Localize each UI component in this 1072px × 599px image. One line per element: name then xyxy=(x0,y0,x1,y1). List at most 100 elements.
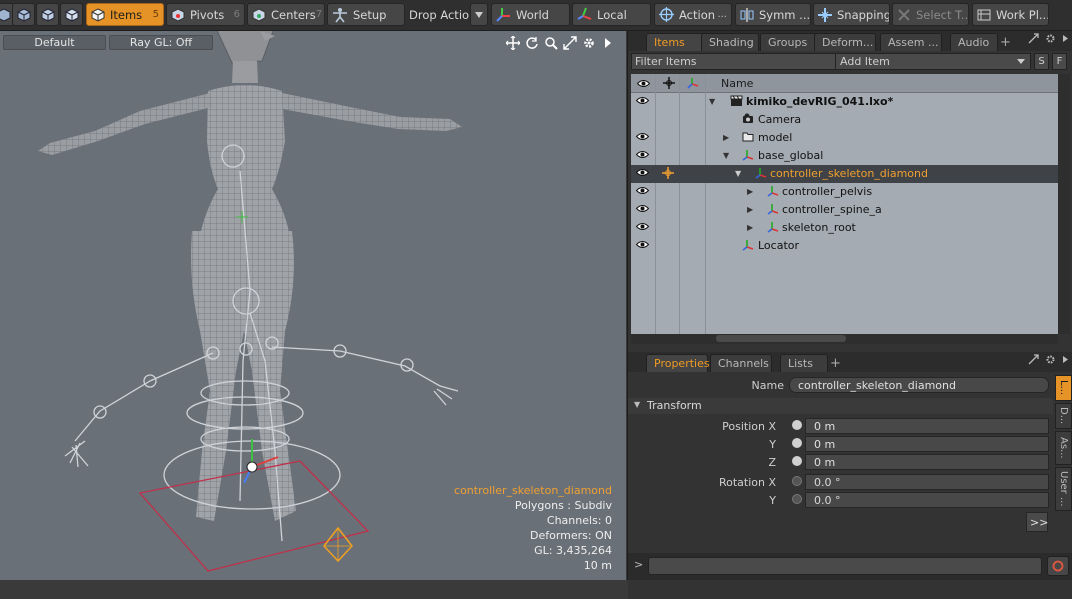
select-through-button[interactable]: Select T... xyxy=(892,3,969,26)
polygon-mode-icon[interactable] xyxy=(36,3,59,26)
name-field[interactable]: controller_skeleton_diamond xyxy=(789,377,1049,393)
tab-shading[interactable]: Shading xyxy=(701,33,759,51)
tab-groups[interactable]: Groups xyxy=(760,33,818,51)
add-tab-button[interactable]: + xyxy=(830,354,842,372)
tab-properties[interactable]: Properties xyxy=(646,354,710,372)
tab-items[interactable]: Items xyxy=(646,33,704,51)
position-x-field[interactable]: 0 m xyxy=(805,418,1049,434)
transform-section-header[interactable]: ▼ Transform xyxy=(628,398,1053,414)
s-button[interactable]: S xyxy=(1034,53,1049,70)
expand-arrow-icon[interactable]: ▶ xyxy=(747,187,753,196)
expand-arrow-icon[interactable]: ▶ xyxy=(747,223,753,232)
f-button[interactable]: F xyxy=(1052,53,1067,70)
stop-button[interactable] xyxy=(1047,556,1069,576)
position-z-field[interactable]: 0 m xyxy=(805,454,1049,470)
edge-mode-icon[interactable] xyxy=(12,3,35,26)
keyframe-dot-icon[interactable] xyxy=(792,476,802,486)
tab-channels[interactable]: Channels xyxy=(710,354,772,372)
visibility-column-eye-icon[interactable] xyxy=(635,74,651,92)
keyframe-dot-icon[interactable] xyxy=(792,420,802,430)
visibility-eye-icon[interactable] xyxy=(636,240,649,249)
local-button[interactable]: Local xyxy=(572,3,651,26)
tab-deformers[interactable]: Deform... xyxy=(814,33,876,51)
visibility-eye-icon[interactable] xyxy=(636,186,649,195)
tree-row-controller-spine-a[interactable]: ▶ controller_spine_a xyxy=(631,201,1058,219)
items-mode-button[interactable]: Items 5 xyxy=(86,3,164,26)
side-tab-l[interactable]: L... xyxy=(1055,375,1072,401)
snapping-button[interactable]: Snapping xyxy=(813,3,890,26)
side-tab-user-label: User ... xyxy=(1058,471,1069,507)
pivots-mode-button[interactable]: Pivots 6 xyxy=(166,3,245,26)
visibility-eye-icon[interactable] xyxy=(636,168,649,177)
tree-horizontal-scrollbar[interactable] xyxy=(631,334,1058,344)
centers-hotkey: 7 xyxy=(315,9,323,20)
tree-row-controller-pelvis[interactable]: ▶ controller_pelvis xyxy=(631,183,1058,201)
tab-assemblies[interactable]: Assem ... xyxy=(880,33,942,51)
locator-axis-icon xyxy=(767,222,779,233)
expand-arrow-icon[interactable]: ▶ xyxy=(747,205,753,214)
filter-items-input[interactable]: Filter Items xyxy=(631,53,855,70)
type-column-axis-icon[interactable] xyxy=(685,74,701,92)
visibility-eye-icon[interactable] xyxy=(636,150,649,159)
scene-clapper-icon xyxy=(730,95,743,106)
visibility-eye-icon[interactable] xyxy=(636,96,649,105)
tree-row-controller-skeleton-diamond[interactable]: ▼ controller_skeleton_diamond xyxy=(631,165,1058,183)
add-tab-button[interactable]: + xyxy=(1000,33,1012,51)
side-tab-as[interactable]: As... xyxy=(1055,431,1072,465)
visibility-eye-icon[interactable] xyxy=(636,132,649,141)
expand-arrow-icon[interactable]: ▼ xyxy=(735,169,741,178)
visibility-eye-icon[interactable] xyxy=(636,222,649,231)
action-center-button[interactable]: Action ... xyxy=(654,3,732,26)
keyframe-dot-icon[interactable] xyxy=(792,456,802,466)
tree-row-scene[interactable]: ▼ kimiko_devRIG_041.lxo* xyxy=(631,93,1058,111)
tree-row-base-global[interactable]: ▼ base_global xyxy=(631,147,1058,165)
lock-column-icon[interactable] xyxy=(661,74,677,92)
rotation-y-field[interactable]: 0.0 ° xyxy=(805,492,1049,508)
panel-arrow-icon[interactable] xyxy=(1062,354,1069,368)
position-x-value: 0 m xyxy=(814,419,836,433)
visibility-eye-icon[interactable] xyxy=(636,204,649,213)
scrollbar-thumb[interactable] xyxy=(716,335,846,342)
panel-gear-icon[interactable] xyxy=(1045,354,1056,368)
expand-arrow-icon[interactable]: ▼ xyxy=(723,151,729,160)
expand-arrow-icon[interactable]: ▶ xyxy=(723,133,729,142)
tree-row-model[interactable]: ▶ model xyxy=(631,129,1058,147)
maximize-panel-icon[interactable] xyxy=(1028,33,1039,47)
tree-row-camera[interactable]: Camera xyxy=(631,111,1058,129)
drop-action-dropdown[interactable] xyxy=(470,3,488,26)
tree-row-locator[interactable]: Locator xyxy=(631,237,1058,255)
item-tree[interactable]: Name ▼ kimiko_devRIG_041.lxo* Camera ▶ m… xyxy=(631,74,1058,334)
position-y-field[interactable]: 0 m xyxy=(805,436,1049,452)
work-plane-button[interactable]: Work Pl... xyxy=(972,3,1049,26)
lock-marker-icon[interactable] xyxy=(662,167,674,179)
world-button[interactable]: World xyxy=(491,3,570,26)
setup-mode-button[interactable]: Setup xyxy=(327,3,405,26)
side-tab-user[interactable]: User ... xyxy=(1055,467,1072,511)
expand-arrow-icon[interactable]: ▼ xyxy=(709,97,715,106)
panel-arrow-icon[interactable] xyxy=(1062,33,1069,47)
name-column-header[interactable]: Name xyxy=(721,77,753,90)
tree-row-skeleton-root[interactable]: ▶ skeleton_root xyxy=(631,219,1058,237)
tree-vertical-scrollbar[interactable] xyxy=(1058,74,1070,334)
properties-tabbar: Properties Channels Lists + xyxy=(628,352,1072,372)
material-mode-icon[interactable] xyxy=(60,3,83,26)
side-tab-d[interactable]: D... xyxy=(1055,403,1072,429)
tab-assemblies-label: Assem ... xyxy=(888,36,939,49)
keyframe-dot-icon[interactable] xyxy=(792,438,802,448)
symmetry-button[interactable]: Symm ... xyxy=(735,3,811,26)
panel-gear-icon[interactable] xyxy=(1045,33,1056,47)
collapse-arrow-icon[interactable]: ▼ xyxy=(634,400,640,409)
3d-viewport[interactable]: Default Ray GL: Off controller_skeleton_… xyxy=(0,31,626,580)
keyframe-dot-icon[interactable] xyxy=(792,494,802,504)
tab-audio[interactable]: Audio xyxy=(950,33,998,51)
centers-mode-button[interactable]: Centers 7 xyxy=(247,3,325,26)
command-input[interactable] xyxy=(648,557,1042,575)
setup-mode-label: Setup xyxy=(353,7,387,22)
polygons-readout: Polygons : Subdiv xyxy=(514,499,612,512)
more-properties-button[interactable]: >> xyxy=(1026,512,1048,532)
rotation-x-value: 0.0 ° xyxy=(814,475,841,489)
rotation-x-field[interactable]: 0.0 ° xyxy=(805,474,1049,490)
tab-lists[interactable]: Lists xyxy=(780,354,828,372)
maximize-panel-icon[interactable] xyxy=(1028,354,1039,368)
add-item-dropdown[interactable]: Add Item xyxy=(835,53,1031,70)
